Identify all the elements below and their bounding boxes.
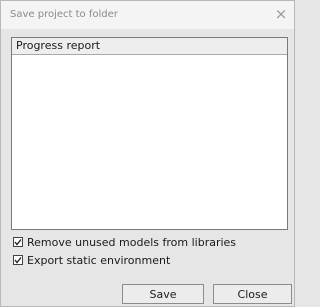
dialog-title: Save project to folder [10,9,118,20]
remove-unused-models-label: Remove unused models from libraries [27,235,237,249]
progress-report-panel: Progress report [11,37,288,230]
checkmark-icon [14,257,22,264]
export-static-environment-option[interactable]: Export static environment [13,253,170,267]
remove-unused-models-option[interactable]: Remove unused models from libraries [13,235,236,249]
export-static-environment-checkbox[interactable] [13,255,23,265]
save-button[interactable]: Save [122,284,204,304]
progress-report-header: Progress report [12,38,287,55]
save-project-dialog: Save project to folder × Progress report… [0,0,295,307]
close-button[interactable]: Close [213,284,292,304]
title-bar[interactable]: Save project to folder × [1,1,294,29]
close-icon[interactable]: × [273,6,289,22]
export-static-environment-label: Export static environment [27,253,171,267]
checkmark-icon [14,239,22,246]
remove-unused-models-checkbox[interactable] [13,237,23,247]
